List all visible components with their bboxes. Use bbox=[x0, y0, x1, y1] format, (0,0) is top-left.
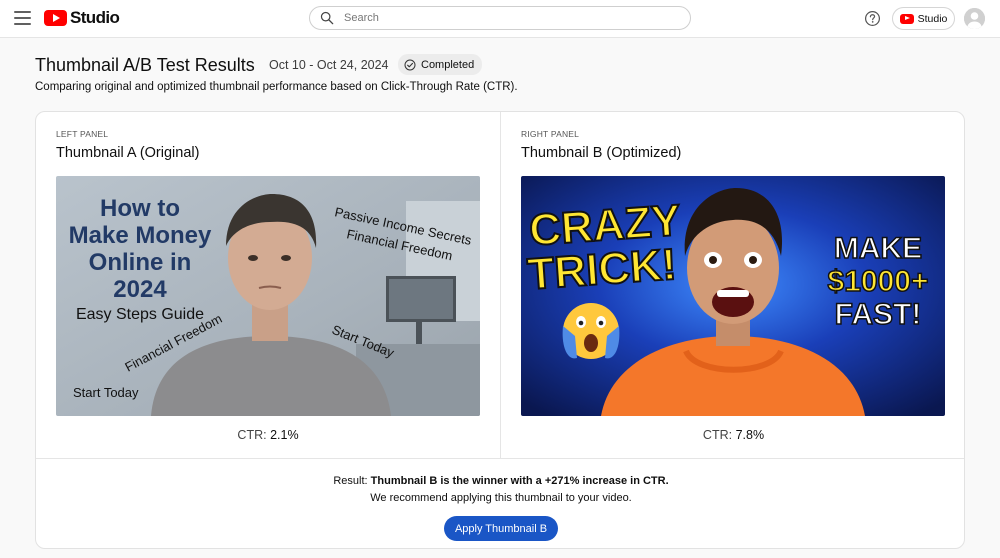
thumbnail-b-image: CRAZY TRICK! MAKE $1000+ FAST! bbox=[521, 176, 945, 416]
recommendation-text: We recommend applying this thumbnail to … bbox=[370, 492, 632, 504]
thumb-a-line5: Easy Steps Guide bbox=[76, 306, 204, 323]
panel-kicker: RIGHT PANEL bbox=[521, 129, 580, 139]
status-label: Completed bbox=[421, 58, 475, 71]
ctr-label: CTR: bbox=[237, 428, 267, 442]
thumb-b-fast: FAST! bbox=[835, 298, 922, 331]
thumb-a-line3: Online in bbox=[89, 249, 192, 276]
search-box[interactable] bbox=[309, 6, 691, 30]
thumb-a-line1: How to bbox=[100, 195, 180, 222]
youtube-studio-logo[interactable]: Studio bbox=[44, 8, 120, 28]
thumb-a-line2: Make Money bbox=[69, 222, 212, 249]
panel-kicker: LEFT PANEL bbox=[56, 129, 109, 139]
thumbnail-a-image: How to Make Money Online in 2024 Easy St… bbox=[56, 176, 480, 416]
left-panel: LEFT PANEL Thumbnail A (Original) How to… bbox=[36, 112, 501, 458]
result-statement: Result: Thumbnail B is the winner with a… bbox=[36, 475, 964, 487]
ctr-b: CTR: 7.8% bbox=[501, 428, 964, 442]
results-card: LEFT PANEL Thumbnail A (Original) How to… bbox=[35, 111, 965, 549]
result-prefix: Result: bbox=[333, 475, 368, 487]
thumb-b-trick: TRICK! bbox=[526, 240, 678, 299]
thumb-a-line4: 2024 bbox=[113, 276, 167, 303]
thumb-b-amount: $1000+ bbox=[828, 265, 929, 298]
right-panel: RIGHT PANEL Thumbnail B (Optimized) CRAZ… bbox=[501, 112, 964, 458]
avatar[interactable] bbox=[964, 8, 985, 29]
search-icon bbox=[320, 11, 334, 25]
youtube-logo-icon bbox=[899, 13, 914, 24]
thumb-a-tag5: Start Today bbox=[73, 385, 139, 400]
page-subtitle: Comparing original and optimized thumbna… bbox=[35, 81, 518, 93]
check-circle-icon bbox=[404, 59, 416, 70]
studio-button[interactable]: Studio bbox=[892, 7, 955, 30]
ctr-label: CTR: bbox=[702, 428, 733, 442]
panel-title: Thumbnail B (Optimized) bbox=[521, 145, 682, 161]
help-icon[interactable] bbox=[864, 10, 881, 27]
ctr-a: CTR: 2.1% bbox=[36, 428, 500, 442]
youtube-logo-icon bbox=[44, 10, 67, 26]
logo-text: Studio bbox=[70, 8, 120, 27]
shocked-face-emoji-icon bbox=[562, 303, 620, 359]
panel-title: Thumbnail A (Original) bbox=[56, 145, 200, 161]
apply-thumbnail-b-button[interactable]: Apply Thumbnail B bbox=[444, 516, 558, 541]
result-section: Result: Thumbnail B is the winner with a… bbox=[36, 458, 964, 548]
menu-icon[interactable] bbox=[14, 11, 31, 25]
result-winner-text: Thumbnail B is the winner with a +271% i… bbox=[370, 475, 669, 487]
page-title: Thumbnail A/B Test Results bbox=[35, 55, 255, 75]
ctr-value: 2.1% bbox=[270, 428, 299, 442]
thumb-b-make: MAKE bbox=[834, 232, 922, 265]
date-range: Oct 10 - Oct 24, 2024 bbox=[269, 58, 389, 72]
studio-button-label: Studio bbox=[917, 12, 948, 25]
top-bar: Studio Studio bbox=[0, 0, 1000, 38]
status-badge: Completed bbox=[398, 54, 483, 75]
ctr-value: 7.8% bbox=[735, 428, 765, 442]
search-input[interactable] bbox=[344, 12, 674, 24]
avatar-icon bbox=[964, 8, 985, 29]
